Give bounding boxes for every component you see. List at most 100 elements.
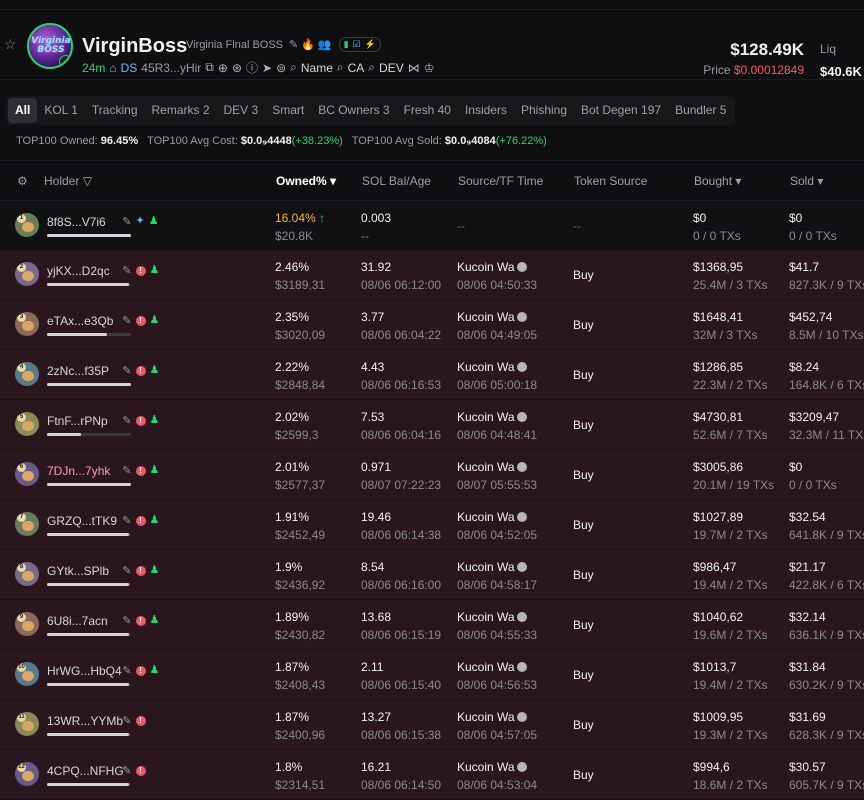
col-owned[interactable]: Owned% ▾ (276, 174, 336, 188)
holder-avatar[interactable]: 1 (15, 213, 39, 237)
holder-avatar[interactable]: 10 (15, 662, 39, 686)
tab-10[interactable]: Bot Degen 197 (574, 98, 668, 123)
search-dev-icon[interactable]: ⌕ (368, 60, 375, 75)
holder-avatar[interactable]: 2 (15, 262, 39, 286)
tab-7[interactable]: Fresh 40 (397, 98, 458, 123)
holder-address[interactable]: yjKX...D2qc (47, 264, 110, 278)
source-name[interactable]: Kucoin Wa (457, 260, 527, 274)
person-icon[interactable]: ⊛ (232, 61, 242, 75)
edit-icon[interactable]: ✎ (122, 564, 131, 577)
tab-8[interactable]: Insiders (458, 98, 514, 123)
tab-11[interactable]: Bundler 5 (668, 98, 733, 123)
table-row[interactable]: 7 GRZQ...tTK9 ✎! ♟ 1.91% $2452,49 19.46 0… (0, 500, 864, 550)
source-name[interactable]: Kucoin Wa (457, 710, 527, 724)
holder-avatar[interactable]: 3 (15, 312, 39, 336)
holder-address[interactable]: FtnF...rPNp (47, 414, 108, 428)
table-row[interactable]: 8 GYtk...SPlb ✎! ♟ 1.9% $2436,92 8.54 08/… (0, 550, 864, 600)
edit-icon[interactable]: ✎ (122, 764, 131, 777)
edit-icon[interactable]: ✎ (122, 314, 131, 327)
owned-pct-value: 2.22% (275, 360, 310, 374)
holder-address[interactable]: HrWG...HbQ4 (47, 664, 122, 678)
col-sol-bal[interactable]: SOL Bal/Age (362, 174, 431, 188)
tab-1[interactable]: KOL 1 (37, 98, 85, 123)
edit-icon[interactable]: ✎ (122, 215, 131, 228)
source-name[interactable]: Kucoin Wa (457, 510, 527, 524)
holder-address[interactable]: GYtk...SPlb (47, 564, 109, 578)
telegram-icon[interactable]: ➤ (262, 61, 272, 75)
holder-address[interactable]: 4CPQ...NFHG (47, 764, 124, 778)
source-name[interactable]: Kucoin Wa (457, 610, 527, 624)
search-name-icon[interactable]: ⌕ (290, 60, 297, 75)
tab-3[interactable]: Remarks 2 (145, 98, 217, 123)
table-row[interactable]: 11 13WR...YYMb ✎! 1.87% $2400,96 13.27 0… (0, 700, 864, 750)
source-name[interactable]: Kucoin Wa (457, 360, 527, 374)
holder-address[interactable]: eTAx...e3Qb (47, 314, 113, 328)
source-name[interactable]: Kucoin Wa (457, 660, 527, 674)
edit-icon[interactable]: ✎ (122, 364, 131, 377)
holder-avatar[interactable]: 5 (15, 412, 39, 436)
holder-avatar[interactable]: 7 (15, 512, 39, 536)
table-row[interactable]: 4 2zNc...f35P ✎! ♟ 2.22% $2848,84 4.43 08… (0, 350, 864, 400)
col-token-source[interactable]: Token Source (574, 174, 647, 188)
edit-icon[interactable]: ✎ (122, 614, 131, 627)
table-row[interactable]: 9 6U8i...7acn ✎! ♟ 1.89% $2430,82 13.68 0… (0, 600, 864, 650)
filter-settings-icon[interactable]: ⚙ (17, 174, 28, 188)
copy-icon[interactable]: ⧉ (205, 60, 214, 75)
star-icon[interactable]: ☆ (4, 37, 18, 51)
holder-avatar[interactable]: 12 (15, 762, 39, 786)
holder-address[interactable]: 13WR...YYMb (47, 714, 123, 728)
holder-address[interactable]: 7DJn...7yhk (47, 464, 110, 478)
table-row[interactable]: 10 HrWG...HbQ4 ✎! ♟ 1.87% $2408,43 2.11 0… (0, 650, 864, 700)
tab-0[interactable]: All (8, 98, 38, 123)
table-row[interactable]: 1 8f8S...V7i6 ✎ ✦ ♟ 16.04% ↑ $20.8K 0.003 … (0, 200, 864, 250)
search-ca-icon[interactable]: ⌕ (337, 60, 344, 75)
source-name[interactable]: Kucoin Wa (457, 310, 527, 324)
tab-2[interactable]: Tracking (85, 98, 145, 123)
table-row[interactable]: 6 7DJn...7yhk ✎! ♟ 2.01% $2577,37 0.971 0… (0, 450, 864, 500)
holder-avatar[interactable]: 4 (15, 362, 39, 386)
source-name[interactable]: Kucoin Wa (457, 560, 527, 574)
col-bought[interactable]: Bought ▾ (694, 174, 741, 188)
tab-5[interactable]: Smart (265, 98, 311, 123)
search-dev-link[interactable]: DEV (379, 61, 404, 75)
edit-icon[interactable]: ✎ (122, 464, 131, 477)
share-icon[interactable]: ⋈ (408, 61, 420, 75)
source-name[interactable]: Kucoin Wa (457, 760, 527, 774)
tab-9[interactable]: Phishing (514, 98, 574, 123)
table-row[interactable]: 12 4CPQ...NFHG ✎! 1.8% $2314,51 16.21 08… (0, 750, 864, 800)
col-source[interactable]: Source/TF Time (458, 174, 543, 188)
list-icon[interactable]: ⊜ (276, 61, 286, 75)
search-name-link[interactable]: Name (301, 61, 333, 75)
table-row[interactable]: 3 eTAx...e3Qb ✎! ♟ 2.35% $3020,09 3.77 08… (0, 300, 864, 350)
holder-address[interactable]: 2zNc...f35P (47, 364, 109, 378)
ds-label[interactable]: DS (121, 61, 138, 75)
crown-icon[interactable]: ♔ (424, 61, 435, 75)
source-name[interactable]: Kucoin Wa (457, 460, 527, 474)
col-holder[interactable]: Holder ▽ (44, 174, 92, 188)
table-row[interactable]: 2 yjKX...D2qc ✎! ♟ 2.46% $3189,31 31.92 0… (0, 250, 864, 300)
contract-address[interactable]: 45R3...yHir (141, 61, 201, 75)
edit-icon[interactable]: ✎ (122, 414, 131, 427)
holder-avatar[interactable]: 9 (15, 612, 39, 636)
search-ca-link[interactable]: CA (348, 61, 365, 75)
edit-icon[interactable]: ✎ (122, 714, 131, 727)
tab-4[interactable]: DEV 3 (217, 98, 266, 123)
edit-icon[interactable]: ✎ (122, 264, 131, 277)
table-row[interactable]: 5 FtnF...rPNp ✎! ♟ 2.02% $2599,3 7.53 08/… (0, 400, 864, 450)
edit-icon[interactable]: ✎ (122, 664, 131, 677)
holder-avatar[interactable]: 8 (15, 562, 39, 586)
edit-icon[interactable]: ✎ (289, 38, 298, 51)
filter-icon[interactable]: ▽ (83, 174, 92, 188)
holder-avatar[interactable]: 11 (15, 712, 39, 736)
holder-address[interactable]: 6U8i...7acn (47, 614, 108, 628)
tab-6[interactable]: BC Owners 3 (311, 98, 396, 123)
holder-avatar[interactable]: 6 (15, 462, 39, 486)
holder-address[interactable]: GRZQ...tTK9 (47, 514, 117, 528)
globe-icon[interactable]: ⊕ (218, 61, 228, 75)
edit-icon[interactable]: ✎ (122, 514, 131, 527)
holder-address[interactable]: 8f8S...V7i6 (47, 215, 106, 229)
warning-icon[interactable]: ⓘ (246, 59, 258, 76)
token-avatar[interactable]: Virginia BOSS (27, 23, 73, 69)
source-name[interactable]: Kucoin Wa (457, 410, 527, 424)
col-sold[interactable]: Sold ▾ (790, 174, 823, 188)
